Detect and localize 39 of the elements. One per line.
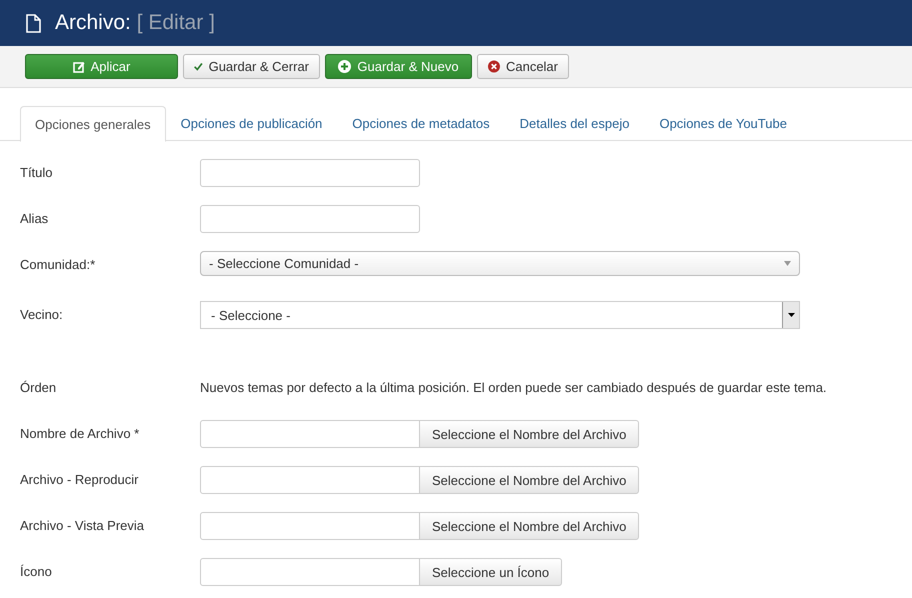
field-label: Vecino: (20, 306, 64, 322)
tab[interactable]: Opciones generales (20, 106, 166, 142)
help-text: Nuevos temas por defecto a la última posición. El orden puede ser cambiado después de guardar este tema. (200, 379, 827, 395)
text-field[interactable] (200, 205, 420, 233)
field-label: Archivo - Vista Previa (20, 517, 146, 533)
select-file-button[interactable]: Seleccione el Nombre del Archivo (419, 420, 640, 448)
tab[interactable]: Opciones de metadatos (337, 106, 505, 141)
field-label: Ícono (20, 563, 53, 579)
select-file-button[interactable]: Seleccione el Nombre del Archivo (419, 512, 640, 540)
select-field[interactable]: - Seleccione Comunidad - (200, 251, 800, 276)
edit-icon (72, 60, 85, 72)
text-field[interactable] (200, 512, 420, 540)
field-label: Alias (20, 210, 50, 226)
select-file-button[interactable]: Seleccione un Ícono (419, 558, 562, 586)
select-file-button[interactable]: Seleccione el Nombre del Archivo (419, 466, 640, 494)
toolbar-button[interactable]: Guardar & Cerrar (183, 54, 320, 79)
field-label: Nombre de Archivo * (20, 425, 140, 441)
text-field[interactable] (200, 466, 420, 494)
tab[interactable]: Detalles del espejo (504, 106, 644, 141)
field-label: Archivo - Reproducir (20, 471, 140, 487)
text-field[interactable] (200, 420, 420, 448)
text-field[interactable] (200, 558, 420, 586)
page-title: Archivo: [ Editar ] (55, 11, 215, 35)
close-icon (488, 60, 500, 73)
dropdown-field[interactable]: - Seleccione - (200, 301, 800, 329)
field-label: Título (20, 164, 54, 180)
caret-icon (784, 261, 791, 266)
toolbar-button[interactable]: Aplicar (25, 54, 178, 79)
checkmark-icon (194, 61, 203, 72)
text-field[interactable] (200, 159, 420, 187)
caret-icon (788, 313, 794, 317)
document-icon (26, 14, 41, 32)
toolbar-button[interactable]: Guardar & Nuevo (325, 54, 472, 79)
field-label: Órden (20, 379, 58, 395)
toolbar-button[interactable]: Cancelar (477, 54, 569, 79)
tab[interactable]: Opciones de YouTube (644, 106, 802, 141)
field-label: Comunidad:* (20, 256, 96, 272)
tab[interactable]: Opciones de publicación (166, 106, 338, 141)
plus-circle-icon (338, 60, 352, 73)
